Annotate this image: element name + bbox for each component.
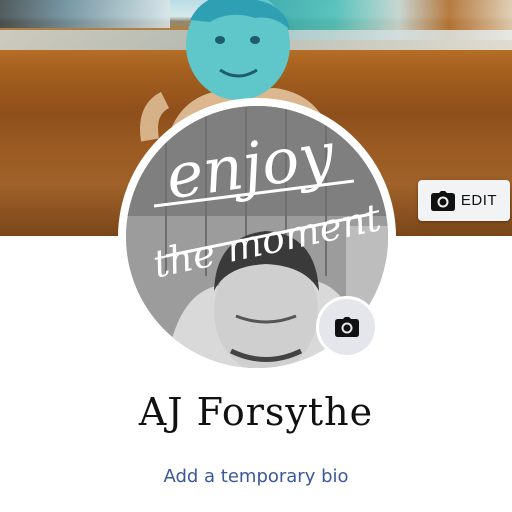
profile-name: AJ Forsythe (138, 390, 374, 434)
edit-cover-label: EDIT (460, 192, 498, 209)
update-profile-photo-button[interactable] (316, 296, 378, 358)
camera-icon (430, 190, 455, 211)
camera-icon (335, 317, 359, 337)
add-bio-link[interactable]: Add a temporary bio (0, 466, 512, 487)
edit-cover-button[interactable]: EDIT (418, 180, 510, 221)
